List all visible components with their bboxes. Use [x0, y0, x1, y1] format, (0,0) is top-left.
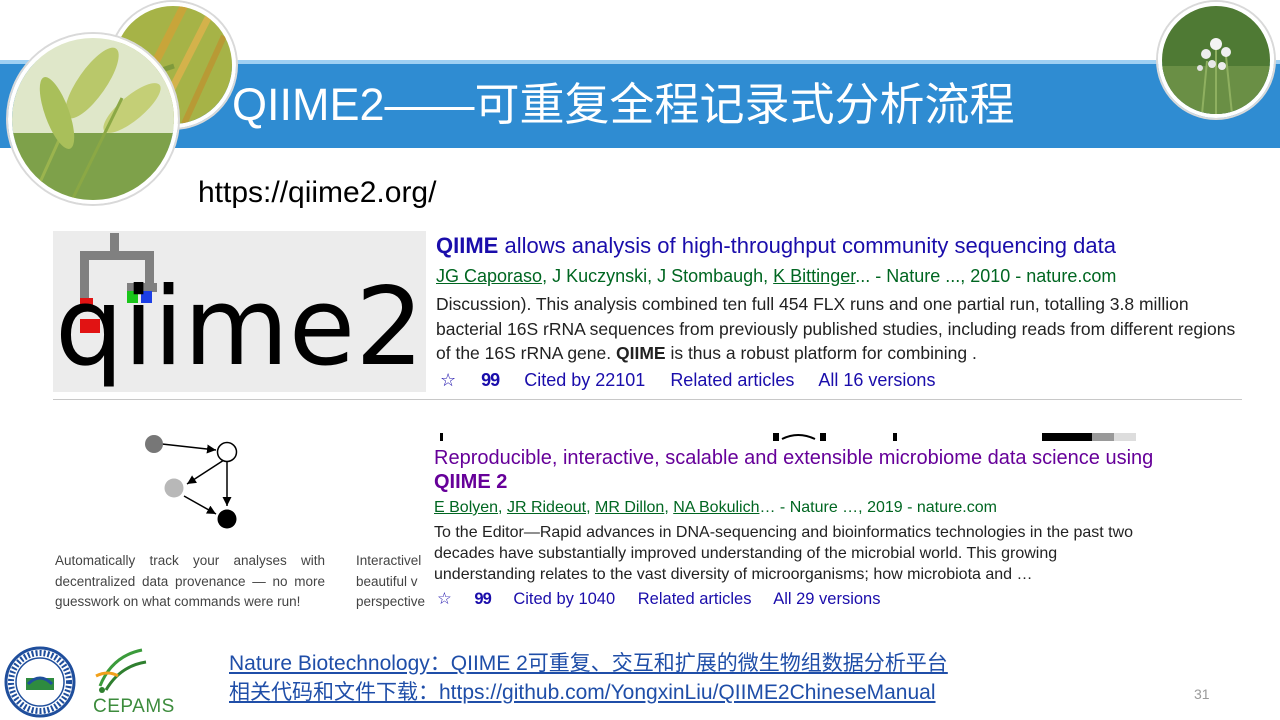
nature-biotech-link[interactable]: Nature Biotechnology：QIIME 2可重复、交互和扩展的微生…: [229, 647, 948, 677]
author-link[interactable]: E Bolyen: [434, 499, 498, 516]
related-articles-link[interactable]: Related articles: [670, 370, 794, 390]
author-link[interactable]: MR Dillon: [595, 499, 664, 516]
flower-photo: [1158, 2, 1274, 118]
related-articles-link[interactable]: Related articles: [638, 590, 752, 608]
github-manual-link[interactable]: 相关代码和文件下载：https://github.com/YongxinLiu/…: [229, 676, 936, 706]
result1-links: ☆ 99 Cited by 22101 Related articles All…: [440, 370, 955, 391]
save-star-icon[interactable]: ☆: [437, 590, 452, 608]
provenance-feature-text: Automatically track your analyses with d…: [55, 553, 325, 609]
provenance-graph-icon: [145, 435, 238, 529]
cite-quote-icon[interactable]: 99: [481, 370, 500, 390]
page-number: 31: [1194, 686, 1210, 702]
slide-title: QIIME2——可重复全程记录式分析流程: [232, 79, 1015, 130]
svg-text:qiime2: qiime2: [55, 265, 424, 390]
author-link[interactable]: K Bittinger: [773, 266, 855, 286]
divider: [53, 399, 1242, 400]
cepams-leaf-logo: [95, 648, 147, 693]
qiime2-logo: qiime2: [53, 231, 426, 392]
qiime2-url: https://qiime2.org/: [198, 176, 437, 209]
result1-title[interactable]: QIIME allows analysis of high-throughput…: [436, 233, 1116, 259]
cepams-logo-text: CEPAMS: [93, 696, 175, 717]
result2-title[interactable]: Reproducible, interactive, scalable and …: [434, 446, 1244, 494]
result2-snippet: To the Editor—Rapid advances in DNA-sequ…: [434, 524, 1134, 583]
result2-authors: E Bolyen, JR Rideout, MR Dillon, NA Boku…: [434, 499, 997, 516]
all-versions-link[interactable]: All 16 versions: [818, 370, 935, 390]
author-link[interactable]: NA Bokulich: [673, 499, 759, 516]
result2-links: ☆ 99 Cited by 1040 Related articles All …: [437, 589, 899, 609]
result1-snippet: Discussion). This analysis combined ten …: [436, 294, 1236, 363]
author-link[interactable]: JG Caporaso: [436, 266, 542, 286]
cited-by-link[interactable]: Cited by 22101: [524, 370, 645, 390]
cited-by-link[interactable]: Cited by 1040: [513, 590, 615, 608]
clipped-graphics-strip: [440, 433, 1136, 441]
wheat-photo-front: [8, 34, 178, 204]
interactive-feature-text: Interactivel beautiful v perspective: [356, 553, 426, 609]
author-link[interactable]: JR Rideout: [507, 499, 586, 516]
cite-quote-icon[interactable]: 99: [474, 590, 491, 608]
all-versions-link[interactable]: All 29 versions: [773, 590, 880, 608]
university-seal-logo: [4, 646, 76, 718]
save-star-icon[interactable]: ☆: [440, 370, 456, 390]
qiime2-logo-graphic: qiime2: [55, 233, 424, 390]
result1-authors: JG Caporaso, J Kuczynski, J Stombaugh, K…: [436, 266, 1117, 286]
